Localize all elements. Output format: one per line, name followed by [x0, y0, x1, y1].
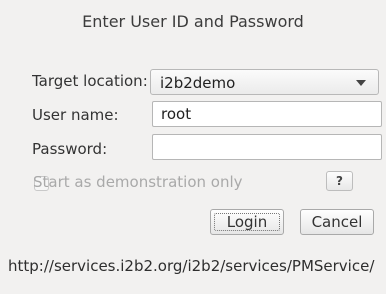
- demo-label[interactable]: Start as demonstration only: [33, 173, 243, 191]
- help-button[interactable]: ?: [326, 171, 353, 191]
- cancel-button[interactable]: Cancel: [300, 209, 374, 235]
- target-location-value: i2b2demo: [160, 74, 236, 92]
- dialog-title: Enter User ID and Password: [82, 12, 304, 31]
- password-input[interactable]: [152, 134, 382, 160]
- password-label: Password:: [32, 140, 108, 158]
- chevron-down-icon: [356, 80, 366, 86]
- user-name-label: User name:: [32, 106, 119, 124]
- login-button[interactable]: Login: [210, 209, 284, 235]
- service-url-text: http://services.i2b2.org/i2b2/services/P…: [0, 255, 386, 294]
- target-location-label: Target location:: [32, 72, 148, 90]
- user-name-input[interactable]: [152, 101, 382, 127]
- target-location-select[interactable]: i2b2demo: [150, 69, 379, 95]
